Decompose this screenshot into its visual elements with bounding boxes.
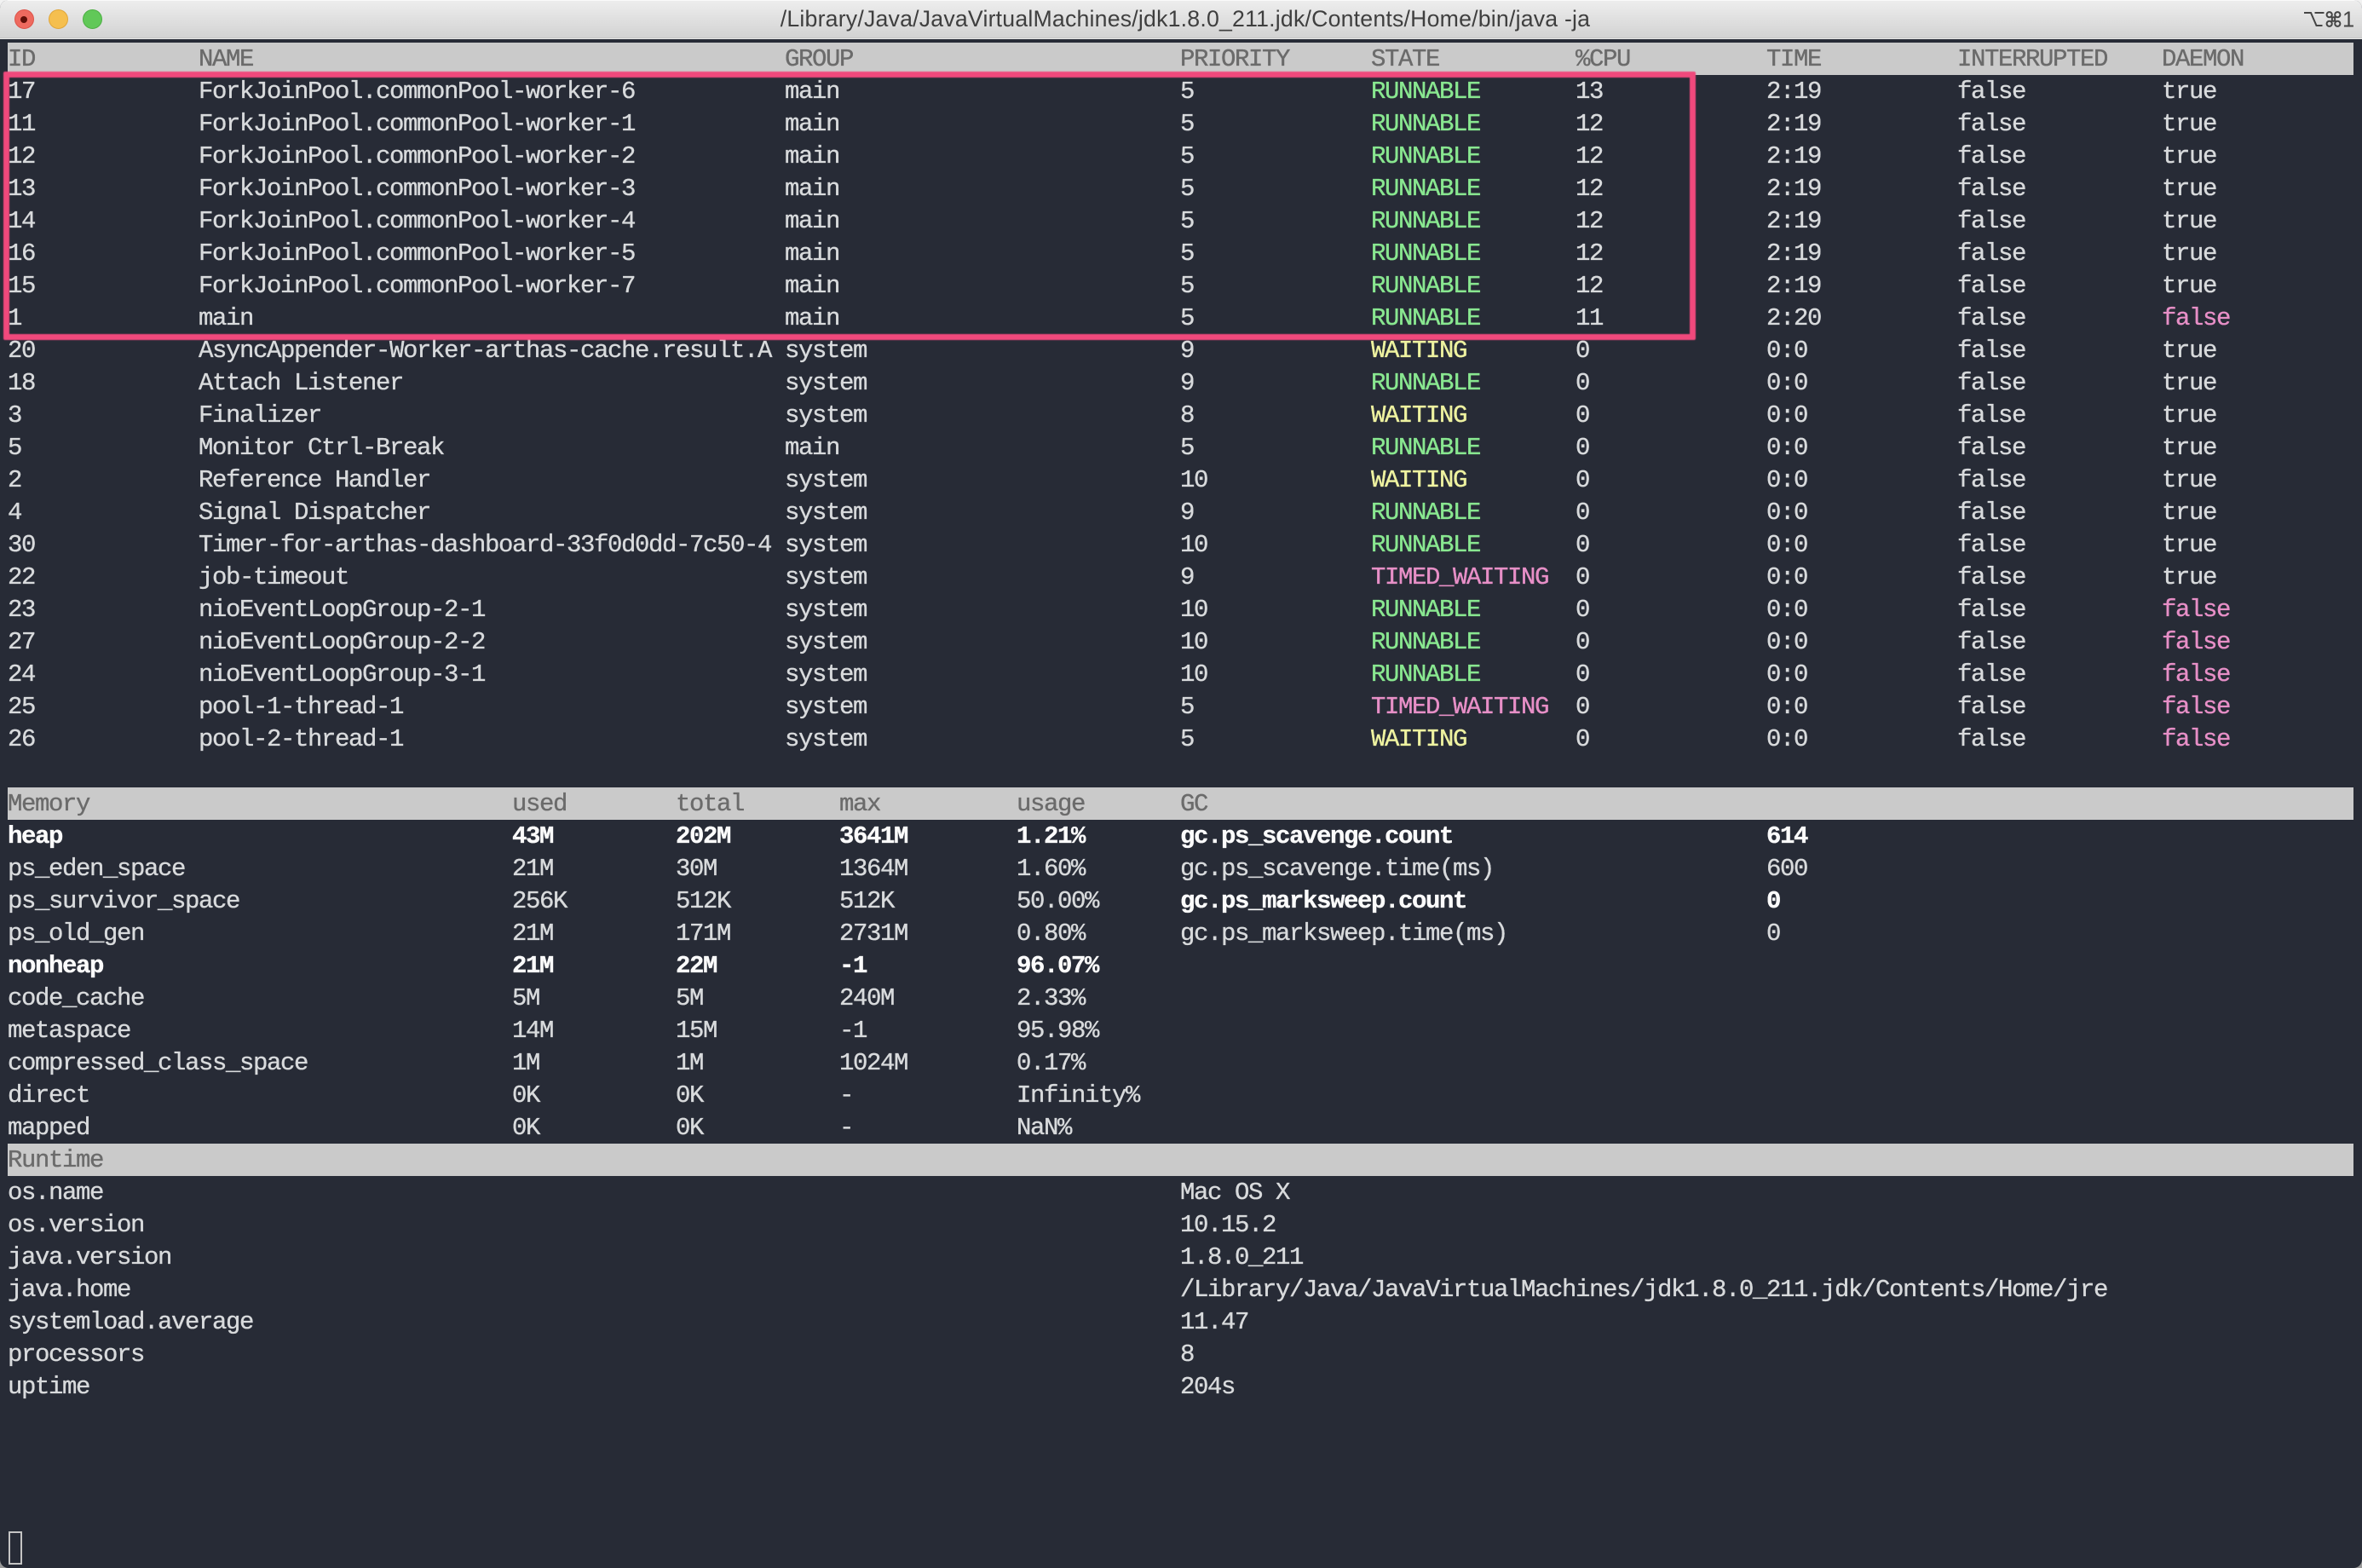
svg-text:1: 1 bbox=[2342, 9, 2353, 32]
